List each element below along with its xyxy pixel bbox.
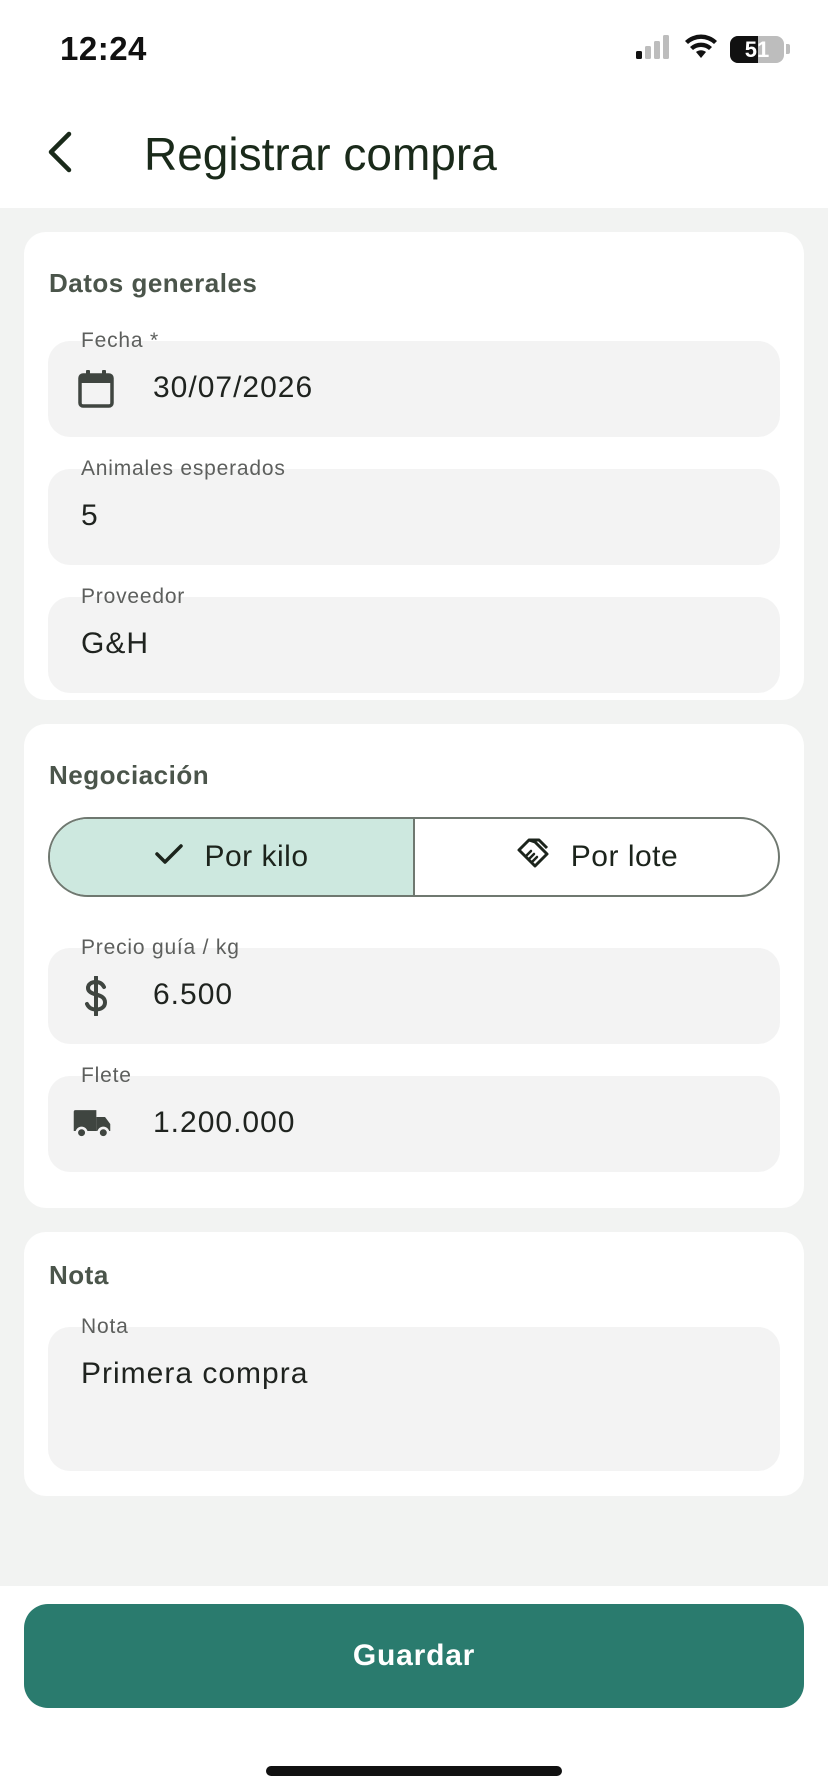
status-icons: 51 xyxy=(636,34,790,64)
guide-price-value: 6.500 xyxy=(153,978,234,1011)
general-data-title: Datos generales xyxy=(49,268,258,298)
freight-field[interactable]: Flete 1.200.000 xyxy=(48,1064,780,1172)
note-label: Nota xyxy=(81,1315,129,1338)
truck-icon xyxy=(72,1104,112,1144)
battery-nub xyxy=(786,44,790,54)
guide-price-label: Precio guía / kg xyxy=(81,936,240,959)
date-label: Fecha * xyxy=(81,329,159,352)
note-textarea[interactable]: Nota Primera compra xyxy=(48,1315,780,1471)
wifi-icon xyxy=(684,34,718,65)
note-section-title: Nota xyxy=(49,1260,109,1290)
freight-label: Flete xyxy=(81,1064,132,1087)
supplier-label: Proveedor xyxy=(81,585,186,608)
negotiation-title: Negociación xyxy=(49,760,210,790)
bottom-action-bar: Guardar xyxy=(0,1586,828,1792)
general-data-card: Datos generales Fecha * 30/07/2026 Anima… xyxy=(24,232,804,700)
expected-animals-label: Animales esperados xyxy=(81,457,286,480)
battery-percentage: 51 xyxy=(744,36,770,62)
note-card: Nota Nota Primera compra xyxy=(24,1232,804,1496)
battery-icon: 51 xyxy=(730,35,784,63)
supplier-field[interactable]: Proveedor G&H xyxy=(48,585,780,693)
back-button[interactable] xyxy=(28,122,92,186)
handshake-icon xyxy=(515,836,551,878)
status-bar: 12:24 51 xyxy=(0,0,828,100)
home-indicator[interactable] xyxy=(266,1766,562,1776)
chevron-left-icon xyxy=(45,130,75,179)
app-header: Registrar compra xyxy=(0,100,828,208)
dollar-icon xyxy=(76,976,116,1016)
segment-per-lot-label: Por lote xyxy=(570,840,679,873)
expected-animals-value: 5 xyxy=(81,499,99,532)
negotiation-card: Negociación Por kilo Por lote Precio guí… xyxy=(24,724,804,1208)
save-button[interactable]: Guardar xyxy=(24,1604,804,1708)
guide-price-field[interactable]: Precio guía / kg 6.500 xyxy=(48,936,780,1044)
check-icon xyxy=(154,840,184,874)
date-value: 30/07/2026 xyxy=(153,371,314,404)
date-field[interactable]: Fecha * 30/07/2026 xyxy=(48,329,780,437)
segment-per-kilo[interactable]: Por kilo xyxy=(50,819,415,895)
note-value: Primera compra xyxy=(81,1357,309,1390)
cellular-signal-icon xyxy=(636,34,672,64)
expected-animals-field[interactable]: Animales esperados 5 xyxy=(48,457,780,565)
status-time: 12:24 xyxy=(60,30,147,67)
freight-value: 1.200.000 xyxy=(153,1106,296,1139)
supplier-value: G&H xyxy=(81,627,150,660)
calendar-icon xyxy=(76,369,116,409)
segment-per-kilo-label: Por kilo xyxy=(204,840,309,873)
segment-per-lot[interactable]: Por lote xyxy=(415,819,778,895)
page-title: Registrar compra xyxy=(144,128,497,180)
negotiation-type-toggle: Por kilo Por lote xyxy=(48,817,780,897)
